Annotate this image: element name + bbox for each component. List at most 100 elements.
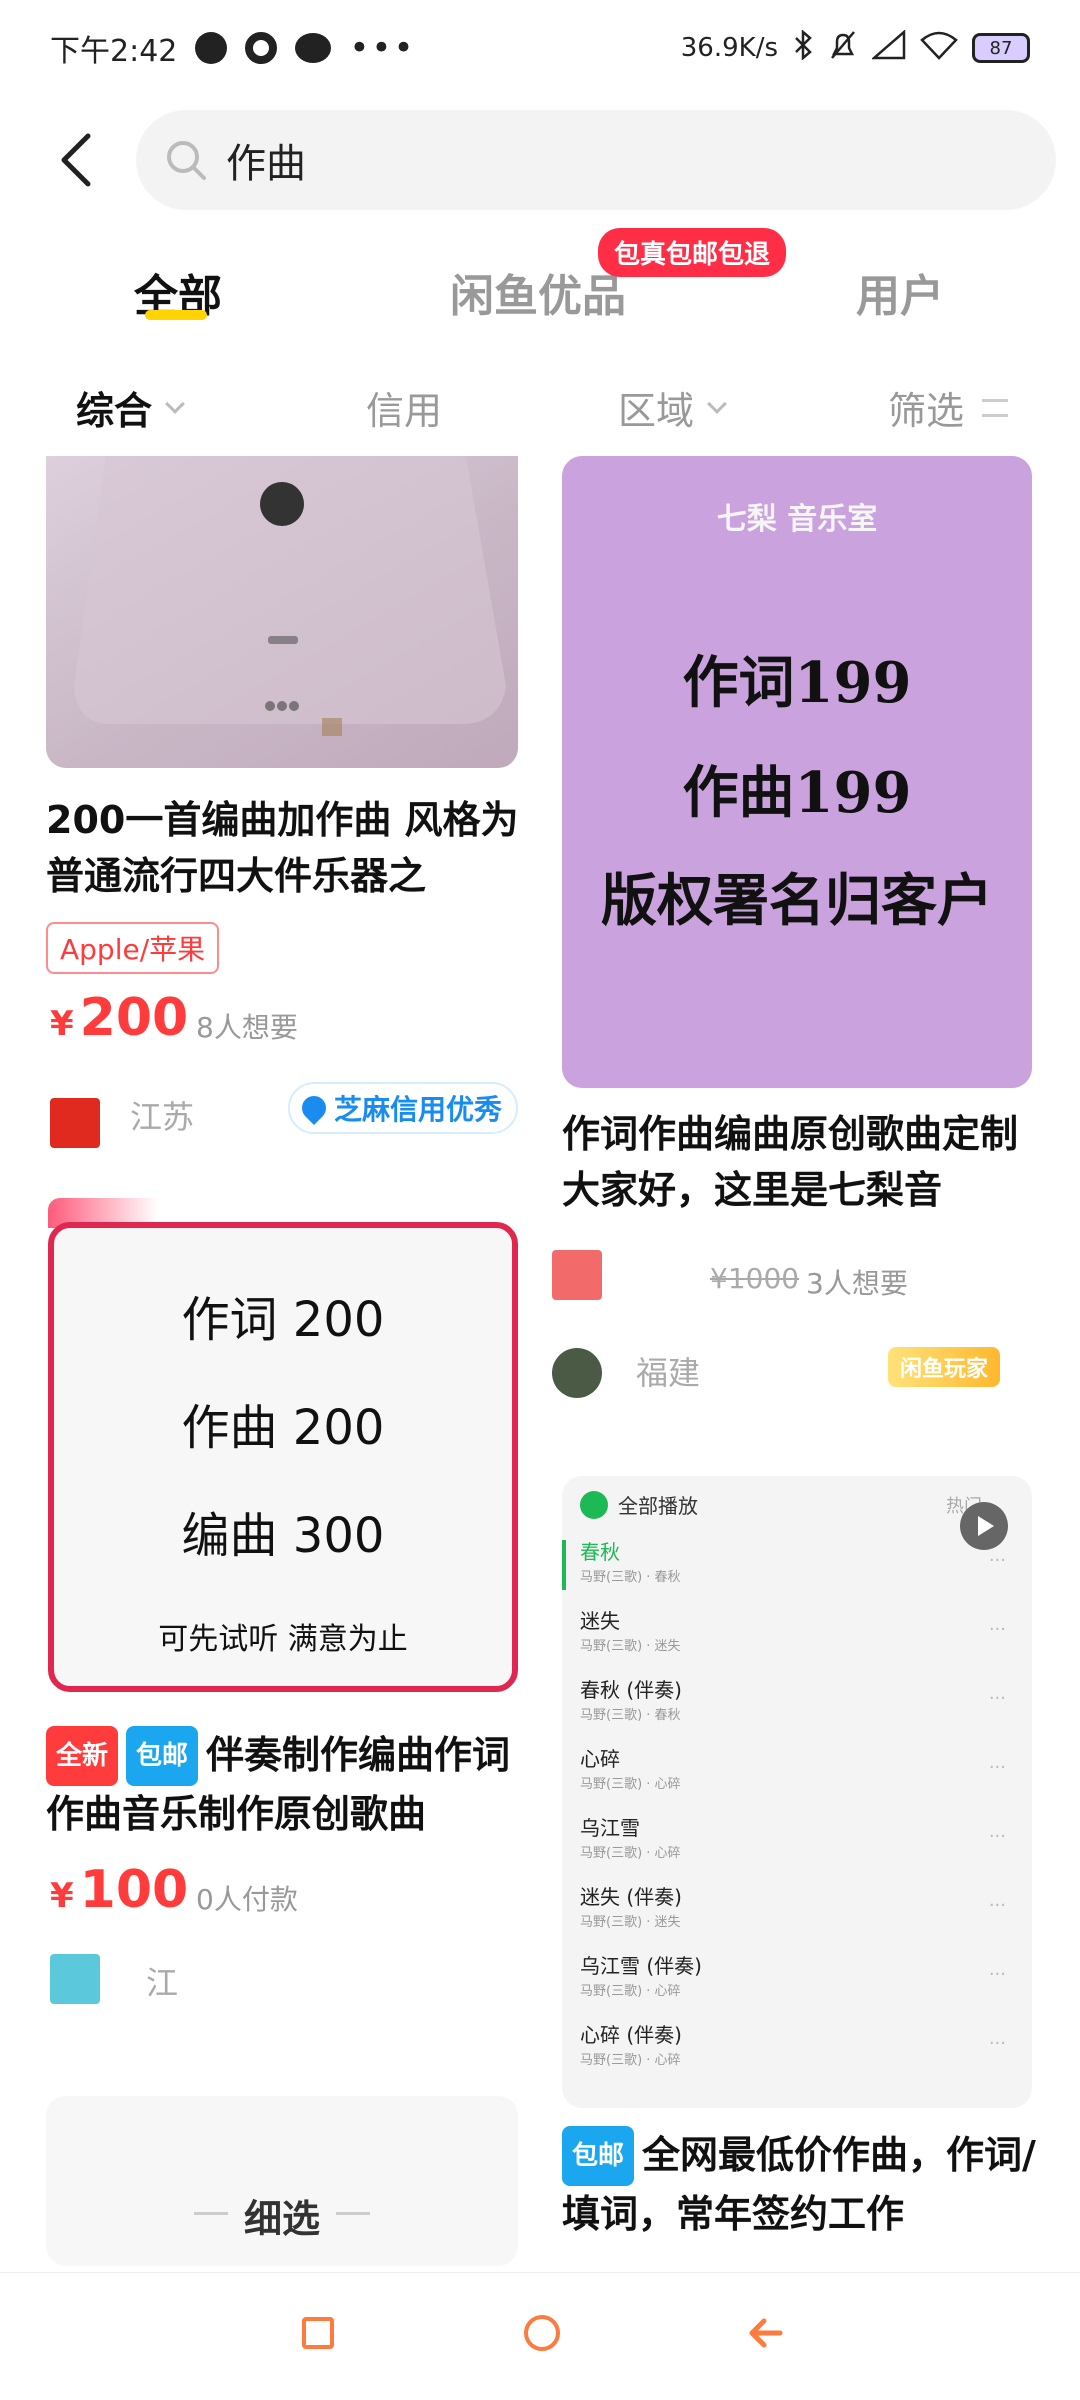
playlist-track-name: 心碎 bbox=[580, 1747, 620, 1771]
playlist-track-artist: 马野(三歌) · 春秋 bbox=[580, 1570, 681, 1585]
seller-location: 福建 bbox=[636, 1354, 701, 1392]
playlist-track-artist: 马野(三歌) · 心碎 bbox=[580, 1777, 681, 1792]
seller-avatar[interactable] bbox=[50, 1098, 100, 1148]
more-icon: ··· bbox=[988, 2033, 1006, 2054]
item-price: ¥ 100 bbox=[50, 1860, 188, 1920]
playlist-track-artist: 马野(三歌) · 心碎 bbox=[580, 1846, 681, 1861]
playlist-track-artist: 马野(三歌) · 心碎 bbox=[580, 2053, 681, 2068]
globe-icon bbox=[195, 32, 228, 64]
more-icon: ··· bbox=[988, 1826, 1006, 1847]
current-track-indicator bbox=[562, 1540, 566, 1590]
image-line: 版权署名归客户 bbox=[601, 868, 993, 934]
image-line: 编曲 300 bbox=[181, 1508, 385, 1564]
tab-users[interactable]: 用户 bbox=[856, 260, 944, 324]
recent-apps-button[interactable] bbox=[302, 2317, 334, 2349]
seller-location: 江 bbox=[146, 1964, 179, 2002]
seller-avatar[interactable] bbox=[552, 1250, 602, 1300]
item-image-playlist[interactable]: 全部播放 热门 春秋 马野(三歌) · 春秋 ··· 迷失 马野(三歌) · 迷失 ···… bbox=[562, 1476, 1032, 2108]
fine-filter-label: 细选 bbox=[243, 2197, 320, 2241]
item-image-lyrics-price[interactable]: 作词 200 作曲 200 编曲 300 可先试听 满意为止 bbox=[48, 1222, 518, 1692]
filter-credit-label: 信用 bbox=[366, 389, 443, 433]
wifi-icon bbox=[920, 30, 958, 67]
more-icon: ··· bbox=[988, 1895, 1006, 1916]
playlist-track-name: 乌江雪 bbox=[580, 1816, 640, 1840]
playlist-track-name: 春秋 (伴奏) bbox=[580, 1678, 682, 1702]
playlist-track-name: 迷失 (伴奏) bbox=[580, 1885, 682, 1909]
playlist-track-artist: 马野(三歌) · 迷失 bbox=[580, 1639, 681, 1654]
active-tab-indicator bbox=[145, 310, 207, 320]
seller-avatar[interactable] bbox=[552, 1348, 602, 1398]
funnel-icon bbox=[982, 398, 1009, 417]
image-line: 作曲 200 bbox=[181, 1400, 385, 1456]
filter-credit[interactable]: 信用 bbox=[366, 380, 442, 435]
more-icon: ··· bbox=[988, 1550, 1006, 1571]
more-notifications-icon: ••• bbox=[349, 28, 416, 68]
item-title[interactable]: 全新 包邮 伴奏制作编曲作词作曲音乐制作原创歌曲 bbox=[46, 1726, 526, 1842]
more-icon: ··· bbox=[988, 1619, 1006, 1640]
brand-tag: Apple/苹果 bbox=[46, 922, 220, 974]
image-note: 可先试听 满意为止 bbox=[158, 1622, 408, 1657]
item-price: ¥ 200 bbox=[50, 988, 188, 1048]
item-title[interactable]: 包邮 全网最低价作曲，作词/填词，常年签约工作 bbox=[562, 2126, 1042, 2242]
status-time: 下午2:42 bbox=[50, 34, 178, 69]
item-image-ipad[interactable] bbox=[46, 456, 518, 768]
fine-filter-panel[interactable]: 细选 bbox=[46, 2096, 518, 2266]
search-query: 作曲 bbox=[226, 141, 306, 187]
tab-premium[interactable]: 闲鱼优品 bbox=[450, 260, 626, 324]
wants-count: 8人想要 bbox=[196, 1011, 298, 1044]
sesame-icon bbox=[297, 1091, 331, 1125]
divider bbox=[336, 2212, 370, 2215]
item-image-lyrics-purple[interactable]: 七梨 音乐室 作词199 作曲199 版权署名归客户 bbox=[562, 456, 1032, 1088]
free-shipping-tag: 包邮 bbox=[126, 1726, 199, 1786]
back-button[interactable] bbox=[36, 120, 116, 200]
price-symbol: ¥ bbox=[50, 1876, 74, 1916]
network-speed: 36.9K/s bbox=[680, 33, 778, 63]
battery-icon: 87 bbox=[972, 33, 1030, 63]
playlist-track-name: 迷失 bbox=[580, 1609, 620, 1633]
playlist-track-artist: 马野(三歌) · 迷失 bbox=[580, 1915, 681, 1930]
back-nav-button[interactable] bbox=[746, 2313, 786, 2363]
free-shipping-tag: 包邮 bbox=[562, 2126, 635, 2186]
playlist-header-label: 全部播放 bbox=[618, 1494, 698, 1518]
search-header: 作曲 bbox=[0, 100, 1080, 220]
status-bar: 下午2:42 ••• 36.9K/s 87 bbox=[0, 0, 1080, 96]
more-icon: ··· bbox=[988, 1964, 1006, 1985]
playlist-track-name: 乌江雪 (伴奏) bbox=[580, 1954, 702, 1978]
seller-location: 江苏 bbox=[130, 1098, 195, 1136]
gear-icon bbox=[245, 32, 278, 64]
more-icon: ··· bbox=[988, 1757, 1006, 1778]
playlist-header: 全部播放 bbox=[580, 1490, 698, 1519]
original-price: ¥1000 bbox=[710, 1262, 800, 1295]
item-title[interactable]: 200一首编曲加作曲 风格为普通流行四大件乐器之 bbox=[46, 792, 526, 904]
filter-filter-label: 筛选 bbox=[888, 389, 965, 433]
credit-badge: 芝麻信用优秀 bbox=[288, 1082, 519, 1134]
chevron-down-icon bbox=[165, 393, 185, 414]
seller-avatar[interactable] bbox=[50, 1954, 100, 2004]
more-icon: ··· bbox=[988, 1688, 1006, 1709]
search-input[interactable]: 作曲 bbox=[136, 110, 1056, 210]
play-icon bbox=[960, 1502, 1008, 1550]
filter-overall[interactable]: 综合 bbox=[76, 380, 185, 435]
playlist-track-name: 春秋 bbox=[580, 1540, 620, 1564]
bell-off-icon bbox=[828, 30, 858, 67]
playlist-track-name: 心碎 (伴奏) bbox=[580, 2023, 682, 2047]
chevron-left-icon bbox=[61, 133, 91, 187]
player-badge: 闲鱼玩家 bbox=[888, 1347, 1001, 1387]
filter-bar: 综合 信用 区域 筛选 bbox=[0, 370, 1080, 450]
new-tag: 全新 bbox=[46, 1726, 119, 1786]
wants-count: 3人想要 bbox=[806, 1267, 908, 1300]
playlist-track-artist: 马野(三歌) · 春秋 bbox=[580, 1708, 681, 1723]
chevron-down-icon bbox=[707, 393, 727, 414]
filter-filter[interactable]: 筛选 bbox=[888, 380, 1009, 435]
price-value: 200 bbox=[79, 988, 189, 1048]
search-icon bbox=[167, 141, 206, 180]
system-nav-bar bbox=[0, 2272, 1080, 2400]
filter-overall-label: 综合 bbox=[76, 389, 153, 433]
premium-badge: 包真包邮包退 bbox=[598, 228, 787, 277]
image-line: 作曲199 bbox=[682, 760, 912, 826]
filter-region[interactable]: 区域 bbox=[618, 380, 727, 435]
item-title[interactable]: 作词作曲编曲原创歌曲定制 大家好，这里是七梨音 bbox=[562, 1106, 1042, 1218]
result-tabs: 全部 闲鱼优品 用户 bbox=[0, 240, 1080, 340]
home-button[interactable] bbox=[524, 2315, 560, 2351]
filter-region-label: 区域 bbox=[618, 389, 695, 433]
